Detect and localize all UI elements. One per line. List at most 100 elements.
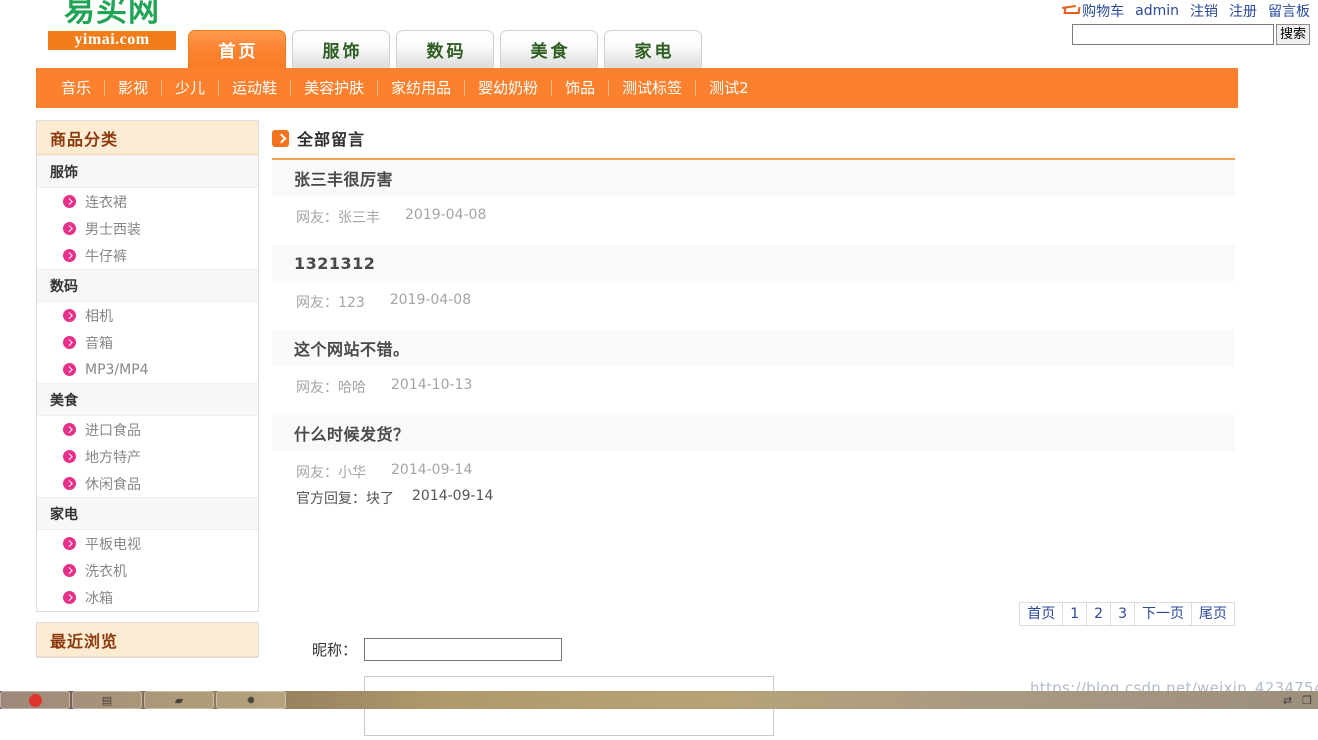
sidebar-item-flat-tv[interactable]: 平板电视 [37, 530, 258, 557]
tray-window-icon[interactable]: ❐ [1302, 695, 1312, 706]
message-item: 1321312 网友：123 2019-04-08 [272, 245, 1235, 330]
message-author: 网友：123 [296, 295, 365, 311]
sidebar-item-dress[interactable]: 连衣裙 [37, 188, 258, 215]
category-panel: 商品分类 服饰 连衣裙 男士西装 牛仔裤 数码 相机 音箱 MP3/MP4 美食 [36, 120, 259, 612]
message-meta: 网友：张三丰 2019-04-08 [272, 196, 1235, 226]
guestbook-link[interactable]: 留言板 [1268, 1, 1310, 21]
tab-home[interactable]: 首页 [188, 30, 286, 68]
site-logo[interactable]: 易买网 yimai.com [48, 0, 176, 50]
cart-label: 购物车 [1082, 4, 1125, 20]
arrow-bullet-icon [63, 222, 76, 235]
message-title[interactable]: 什么时候发货？ [272, 415, 1235, 451]
subnav-item-hometextile[interactable]: 家纺用品 [378, 80, 466, 96]
taskbar-window-terminal[interactable]: ▤ [72, 691, 142, 709]
taskbar-window-settings[interactable]: ✹ [216, 691, 286, 709]
post-message-form: 昵称： [272, 638, 1235, 740]
message-date: 2014-09-14 [391, 462, 473, 478]
category-group-food: 美食 [37, 383, 258, 416]
pagination-page-2[interactable]: 2 [1086, 602, 1111, 626]
subnav-item-music[interactable]: 音乐 [48, 80, 106, 96]
subnav-item-babyformula[interactable]: 婴幼奶粉 [465, 80, 553, 96]
recent-viewed-panel: 最近浏览 [36, 622, 259, 658]
message-official-reply: 官方回复：块了 2014-09-14 [272, 474, 1235, 508]
cart-link[interactable]: 购物车 [1062, 1, 1124, 21]
sidebar-item-label: 平板电视 [85, 536, 141, 553]
message-item: 张三丰很厉害 网友：张三丰 2019-04-08 [272, 160, 1235, 245]
arrow-bullet-icon [63, 309, 76, 322]
sidebar-item-local-specialty[interactable]: 地方特产 [37, 443, 258, 470]
arrow-bullet-icon [63, 249, 76, 262]
sidebar-item-label: 连衣裙 [85, 194, 127, 211]
reply-date: 2014-09-14 [412, 488, 494, 504]
subnav-item-testtag[interactable]: 测试标签 [609, 80, 697, 96]
sidebar-item-camera[interactable]: 相机 [37, 302, 258, 329]
sidebar-item-mp3mp4[interactable]: MP3/MP4 [37, 356, 258, 383]
subnav-item-skincare[interactable]: 美容护肤 [291, 80, 379, 96]
message-date: 2019-04-08 [405, 207, 487, 223]
category-group-apparel: 服饰 [37, 155, 258, 188]
register-link[interactable]: 注册 [1229, 1, 1257, 21]
arrow-bullet-icon [63, 423, 76, 436]
message-author: 网友：小华 [296, 465, 366, 481]
pagination-first[interactable]: 首页 [1019, 602, 1063, 626]
sidebar-item-speaker[interactable]: 音箱 [37, 329, 258, 356]
taskbar-window-folder[interactable]: ▰ [144, 691, 214, 709]
sidebar-item-label: MP3/MP4 [85, 361, 149, 378]
sidebar-item-label: 牛仔裤 [85, 248, 127, 265]
pagination-last[interactable]: 尾页 [1191, 602, 1235, 626]
sidebar: 商品分类 服饰 连衣裙 男士西装 牛仔裤 数码 相机 音箱 MP3/MP4 美食 [36, 120, 259, 658]
message-meta: 网友：小华 2014-09-14 [272, 451, 1235, 481]
pagination-next[interactable]: 下一页 [1134, 602, 1191, 626]
arrow-bullet-icon [63, 195, 76, 208]
sidebar-item-washer[interactable]: 洗衣机 [37, 557, 258, 584]
account-link[interactable]: admin [1135, 3, 1179, 19]
arrow-bullet-icon [63, 591, 76, 604]
start-orb-icon [28, 693, 42, 707]
message-item: 什么时候发货？ 网友：小华 2014-09-14 官方回复：块了 2014-09… [272, 415, 1235, 508]
message-title[interactable]: 这个网站不错。 [272, 330, 1235, 366]
tab-appliance[interactable]: 家电 [604, 30, 702, 68]
subnav-item-sneakers[interactable]: 运动鞋 [219, 80, 292, 96]
message-author: 网友：哈哈 [296, 380, 366, 396]
nickname-row: 昵称： [272, 638, 1235, 662]
sidebar-item-label: 音箱 [85, 335, 113, 352]
nickname-label: 昵称： [311, 641, 357, 659]
site-header: 易买网 yimai.com 购物车 admin 注销 注册 留言板 搜索 首页 … [0, 0, 1318, 68]
logo-domain-text: yimai.com [48, 31, 176, 50]
message-title[interactable]: 1321312 [272, 245, 1235, 281]
subnav-item-film[interactable]: 影视 [105, 80, 163, 96]
sidebar-item-snacks[interactable]: 休闲食品 [37, 470, 258, 497]
sidebar-item-label: 冰箱 [85, 590, 113, 607]
sidebar-item-mens-suit[interactable]: 男士西装 [37, 215, 258, 242]
sidebar-item-imported-food[interactable]: 进口食品 [37, 416, 258, 443]
arrow-bullet-icon [63, 363, 76, 376]
sidebar-item-label: 男士西装 [85, 221, 141, 238]
logout-link[interactable]: 注销 [1190, 1, 1218, 21]
search-input[interactable] [1071, 24, 1274, 45]
sidebar-item-jeans[interactable]: 牛仔裤 [37, 242, 258, 269]
tab-digital[interactable]: 数码 [396, 30, 494, 68]
subnav-item-kids[interactable]: 少儿 [162, 80, 220, 96]
pagination-page-1[interactable]: 1 [1062, 602, 1087, 626]
message-title[interactable]: 张三丰很厉害 [272, 160, 1235, 196]
reply-text: 官方回复：块了 [296, 491, 394, 507]
tab-apparel[interactable]: 服饰 [292, 30, 390, 68]
subnav-item-test2[interactable]: 测试2 [696, 80, 762, 96]
message-date: 2014-10-13 [391, 377, 473, 393]
taskbar-start-button[interactable] [0, 691, 70, 709]
search-button[interactable]: 搜索 [1275, 24, 1310, 45]
pagination-page-3[interactable]: 3 [1110, 602, 1134, 626]
subnav-item-accessories[interactable]: 饰品 [552, 80, 610, 96]
arrow-bullet-icon [63, 450, 76, 463]
logo-chinese-text: 易买网 [64, 0, 160, 29]
message-item: 这个网站不错。 网友：哈哈 2014-10-13 [272, 330, 1235, 415]
nickname-input[interactable] [364, 638, 562, 661]
arrow-bullet-icon [63, 336, 76, 349]
pagination: 首页 1 2 3 下一页 尾页 [272, 602, 1235, 626]
sidebar-item-label: 相机 [85, 308, 113, 325]
folder-icon: ▰ [174, 693, 184, 707]
tab-food[interactable]: 美食 [500, 30, 598, 68]
sidebar-item-fridge[interactable]: 冰箱 [37, 584, 258, 611]
sidebar-item-label: 地方特产 [85, 449, 141, 466]
tray-network-icon[interactable]: ⇄ [1283, 695, 1292, 706]
